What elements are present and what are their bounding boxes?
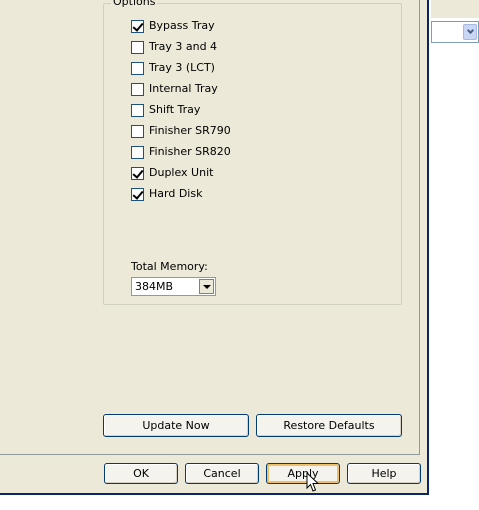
options-groupbox: Options Bypass Tray Tray 3 and 4 Tray 3 … xyxy=(103,0,402,305)
background-window-strip xyxy=(431,0,479,18)
checkbox-finisher-sr790[interactable]: Finisher SR790 xyxy=(131,123,231,139)
checkbox-internal-tray[interactable]: Internal Tray xyxy=(131,81,218,97)
ok-button[interactable]: OK xyxy=(104,463,178,484)
checkbox-hard-disk[interactable]: Hard Disk xyxy=(131,186,202,202)
checkbox-box[interactable] xyxy=(131,40,144,54)
checkbox-duplex-unit[interactable]: Duplex Unit xyxy=(131,165,213,181)
update-now-button[interactable]: Update Now xyxy=(103,414,249,437)
check-mark-icon[interactable] xyxy=(131,166,144,180)
apply-button[interactable]: Apply xyxy=(266,463,340,484)
checkbox-finisher-sr820[interactable]: Finisher SR820 xyxy=(131,144,231,160)
checkbox-label: Finisher SR790 xyxy=(149,124,231,137)
printer-properties-dialog: Options Bypass Tray Tray 3 and 4 Tray 3 … xyxy=(0,0,429,495)
checkbox-tray-3-lct[interactable]: Tray 3 (LCT) xyxy=(131,60,215,76)
checkbox-label: Tray 3 (LCT) xyxy=(149,61,215,74)
checkbox-box[interactable] xyxy=(131,145,144,159)
checkbox-tray-3-and-4[interactable]: Tray 3 and 4 xyxy=(131,39,217,55)
checkbox-label: Internal Tray xyxy=(149,82,218,95)
cancel-button[interactable]: Cancel xyxy=(185,463,259,484)
mouse-pointer-icon xyxy=(306,472,320,492)
checkbox-box[interactable] xyxy=(131,82,144,96)
chevron-down-icon[interactable] xyxy=(199,279,214,294)
checkbox-label: Shift Tray xyxy=(149,103,201,116)
total-memory-select[interactable]: 384MB xyxy=(131,277,216,296)
check-mark-icon[interactable] xyxy=(131,187,144,201)
check-mark-icon[interactable] xyxy=(131,19,144,33)
total-memory-label: Total Memory: xyxy=(131,260,208,273)
help-button[interactable]: Help xyxy=(347,463,421,484)
checkbox-box[interactable] xyxy=(131,124,144,138)
checkbox-box[interactable] xyxy=(131,61,144,75)
background-window-dropdown[interactable] xyxy=(431,21,479,43)
checkbox-label: Hard Disk xyxy=(149,187,203,200)
checkbox-bypass-tray[interactable]: Bypass Tray xyxy=(131,18,215,34)
chevron-down-icon[interactable] xyxy=(463,24,477,40)
options-legend: Options xyxy=(111,0,158,9)
checkbox-shift-tray[interactable]: Shift Tray xyxy=(131,102,200,118)
accessories-tab-panel: Options Bypass Tray Tray 3 and 4 Tray 3 … xyxy=(0,0,420,455)
total-memory-value: 384MB xyxy=(135,280,174,293)
checkbox-box[interactable] xyxy=(131,103,144,117)
checkbox-label: Tray 3 and 4 xyxy=(149,40,218,53)
restore-defaults-button[interactable]: Restore Defaults xyxy=(256,414,402,437)
checkbox-label: Bypass Tray xyxy=(149,19,215,32)
checkbox-label: Duplex Unit xyxy=(149,166,214,179)
checkbox-label: Finisher SR820 xyxy=(149,145,231,158)
